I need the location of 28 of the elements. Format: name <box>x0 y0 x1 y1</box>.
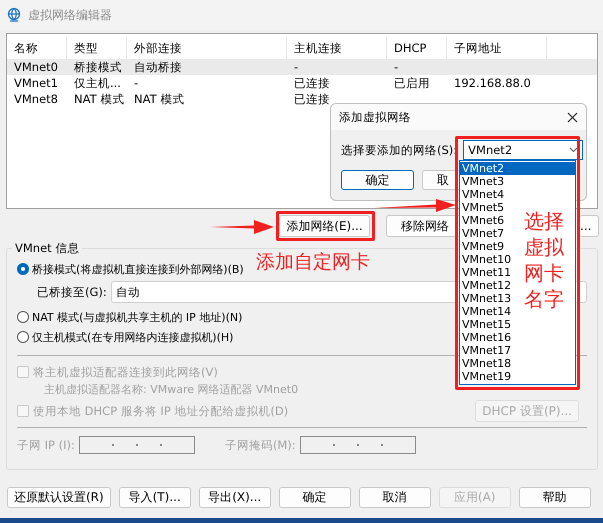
annotation-text: 添加自定网卡 <box>256 250 370 275</box>
field-label: 子网掩码(M): <box>224 438 296 452</box>
table-cell-text: NAT 模式 <box>133 92 186 106</box>
window-title: 虚拟网络编辑器 <box>28 6 112 24</box>
table-cell-text: 已连接 <box>293 76 331 90</box>
checkbox-label: 将主机虚拟适配器连接到此网络(V) <box>33 364 218 380</box>
dialog-title: 添加虚拟网络 <box>339 110 411 124</box>
table-cell-text: VMnet8 <box>13 92 59 106</box>
field-label: 子网 IP (I): <box>17 438 75 452</box>
table-cell-text: 桥接模式 <box>73 60 123 74</box>
table-cell-text: - <box>133 76 140 90</box>
field-label: 已桥接至(G): <box>37 284 107 300</box>
table-cell-text: 仅主机... <box>73 76 122 90</box>
table-cell-text: 自动桥接 <box>133 60 183 74</box>
table-cell-text: - <box>393 60 400 74</box>
radio-label: 桥接模式(将虚拟机直接连接到外部网络)(B) <box>32 262 244 276</box>
table-cell-text: NAT 模式 <box>73 92 126 106</box>
table-cell-text: - <box>293 60 300 74</box>
checkbox-label: 使用本地 DHCP 服务将 IP 地址分配给虚拟机(D) <box>33 404 288 418</box>
table-cell-text: 已启用 <box>393 76 431 90</box>
radio-label: NAT 模式(与虚拟机共享主机的 IP 地址)(N) <box>32 310 242 324</box>
radio-label: 仅主机模式(在专用网络内连接虚拟机)(H) <box>32 330 234 344</box>
group-title: VMnet 信息 <box>12 241 82 256</box>
table-cell-text: VMnet0 <box>13 60 59 74</box>
table-cell-text: 已连接 <box>293 92 331 106</box>
adapter-name-text: 主机虚拟适配器名称: VMware 网络适配器 VMnet0 <box>44 382 300 398</box>
table-cell-text: VMnet1 <box>13 76 59 90</box>
table-cell-text: 192.168.88.0 <box>453 76 532 90</box>
